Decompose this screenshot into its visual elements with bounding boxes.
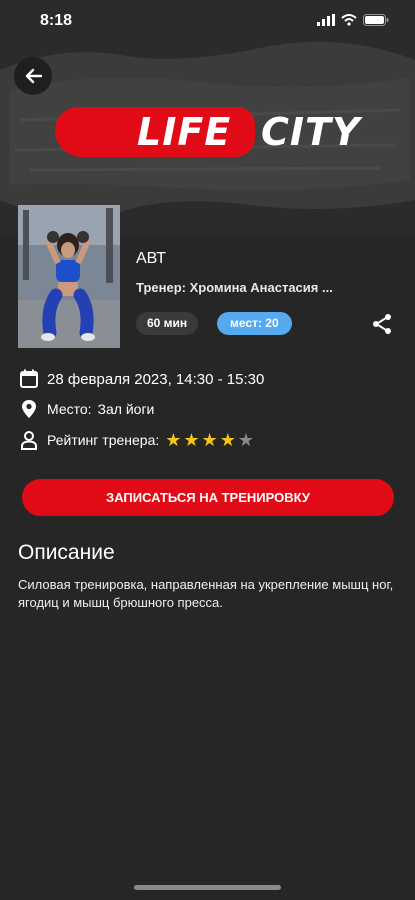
trainer-name[interactable]: Тренер: Хромина Анастасия ... [136,280,356,295]
rating-label: Рейтинг тренера: [47,432,160,448]
star-filled-icon: ★ [165,430,182,450]
status-bar: 8:18 [0,0,415,44]
date-row: 28 февраля 2023, 14:30 - 15:30 [18,368,264,390]
duration-badge: 60 мин [136,312,199,335]
location-pin-icon [18,398,40,420]
back-arrow-icon [25,68,42,84]
star-empty-icon: ★ [237,430,254,450]
home-indicator[interactable] [134,885,281,890]
slots-badge: мест: 20 [217,312,292,335]
wifi-icon [341,14,357,26]
sign-up-button[interactable]: ЗАПИСАТЬСЯ НА ТРЕНИРОВКУ [22,479,394,516]
woman-squat-image [18,205,120,348]
status-time: 8:18 [40,12,73,29]
place-row: Место: Зал йоги [18,398,154,420]
share-button[interactable] [370,312,394,336]
back-button[interactable] [14,57,52,95]
share-icon [373,314,391,334]
place-value: Зал йоги [97,401,155,417]
star-filled-icon: ★ [201,430,218,450]
description-heading: Описание [18,541,115,564]
battery-icon [363,14,389,26]
place-label: Место: [47,401,92,417]
workout-title: АВТ [136,250,167,267]
rating-stars: ★ ★ ★ ★ ★ [165,431,254,449]
logo-text-life: LIFE [137,110,232,154]
rating-row: Рейтинг тренера: ★ ★ ★ ★ ★ [18,429,254,451]
person-icon [18,429,40,451]
signal-icon [317,14,335,26]
calendar-icon [18,368,40,390]
life-city-logo: LIFE CITY [55,104,375,160]
logo-text-city: CITY [261,110,361,154]
workout-photo [18,205,120,348]
status-icons [317,14,389,26]
star-filled-icon: ★ [219,430,236,450]
description-text: Силовая тренировка, направленная на укре… [18,577,394,610]
date-text: 28 февраля 2023, 14:30 - 15:30 [47,370,265,388]
star-filled-icon: ★ [183,430,200,450]
